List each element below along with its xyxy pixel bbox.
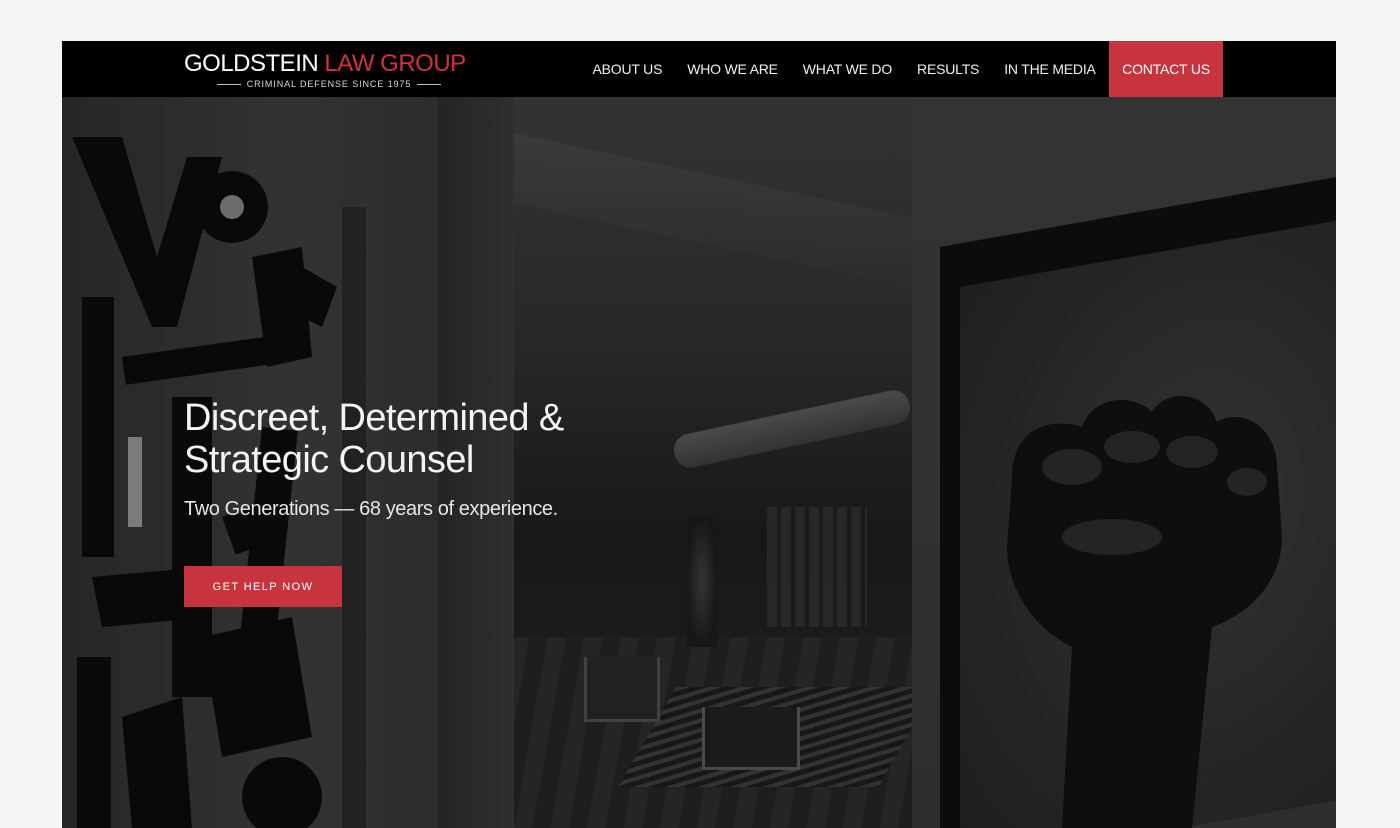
nav-item-results[interactable]: RESULTS — [905, 41, 992, 97]
nav-item-in-the-media[interactable]: IN THE MEDIA — [992, 41, 1108, 97]
website-frame: GOLDSTEIN LAW GROUP CRIMINAL DEFENSE SIN… — [62, 41, 1336, 828]
get-help-now-button[interactable]: GET HELP NOW — [184, 566, 342, 607]
nav-item-who-we-are[interactable]: WHO WE ARE — [675, 41, 791, 97]
hero-content: Discreet, Determined & Strategic Counsel… — [184, 397, 644, 607]
logo-wordmark: GOLDSTEIN LAW GROUP — [184, 51, 474, 77]
main-nav: ABOUT US WHO WE ARE WHAT WE DO RESULTS I… — [580, 41, 1223, 97]
logo-name-part2: LAW GROUP — [324, 50, 466, 77]
logo[interactable]: GOLDSTEIN LAW GROUP CRIMINAL DEFENSE SIN… — [184, 51, 474, 90]
site-header: GOLDSTEIN LAW GROUP CRIMINAL DEFENSE SIN… — [62, 41, 1336, 97]
tagline-divider-left — [216, 83, 241, 85]
hero-headline-line2: Strategic Counsel — [184, 439, 474, 481]
logo-name-part1: GOLDSTEIN — [184, 50, 319, 77]
nav-item-contact-us[interactable]: CONTACT US — [1109, 41, 1223, 97]
tagline-divider-right — [417, 83, 442, 85]
hero-headline: Discreet, Determined & Strategic Counsel — [184, 397, 644, 481]
logo-tagline: CRIMINAL DEFENSE SINCE 1975 — [246, 79, 412, 89]
hero-headline-line1: Discreet, Determined & — [184, 397, 564, 439]
hero-subheadline: Two Generations — 68 years of experience… — [184, 498, 558, 520]
nav-item-what-we-do[interactable]: WHAT WE DO — [790, 41, 904, 97]
nav-item-about-us[interactable]: ABOUT US — [580, 41, 675, 97]
logo-tagline-row: CRIMINAL DEFENSE SINCE 1975 — [184, 79, 474, 89]
hero-section: Discreet, Determined & Strategic Counsel… — [62, 97, 1336, 828]
